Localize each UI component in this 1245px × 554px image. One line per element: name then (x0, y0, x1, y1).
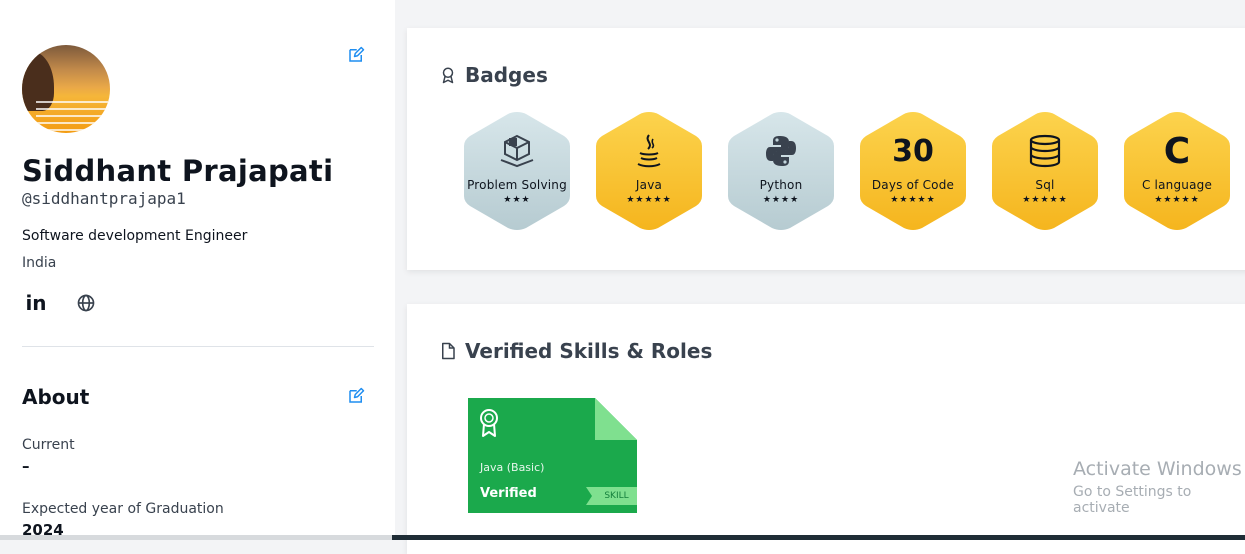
badge-stars: ★★★ (503, 195, 531, 205)
days-of-code-icon: 30 (858, 132, 968, 170)
badge-name: Java (635, 178, 663, 192)
skill-card-java-basic[interactable]: Java (Basic) Verified SKILL (468, 398, 637, 513)
activate-windows-subtitle: Go to Settings to activate (1073, 484, 1192, 516)
badge-c-language[interactable]: C C language ★★★★★ (1122, 110, 1232, 232)
current-value: – (22, 457, 30, 475)
problem-solving-icon (462, 132, 572, 170)
about-title: About (22, 385, 90, 409)
certificate-ribbon-icon (480, 409, 498, 437)
current-label: Current (22, 437, 75, 453)
badge-name: Problem Solving (467, 178, 567, 192)
linkedin-icon[interactable]: in (23, 290, 49, 316)
badge-name: C language (1141, 178, 1213, 192)
profile-handle: @siddhantprajapa1 (22, 189, 186, 208)
badge-days-of-code[interactable]: 30 Days of Code ★★★★★ (858, 110, 968, 232)
document-icon (442, 342, 455, 360)
hex-shape (860, 112, 966, 230)
skill-name: Java (Basic) (480, 461, 545, 474)
badges-title: Badges (465, 63, 548, 87)
c-language-icon: C (1122, 130, 1232, 172)
database-icon (990, 132, 1100, 170)
badge-python[interactable]: Python ★★★★ (726, 110, 836, 232)
skills-title: Verified Skills & Roles (465, 339, 713, 363)
taskbar (0, 535, 1245, 540)
taskbar-light-segment (0, 535, 392, 540)
hex-shape (464, 112, 570, 230)
c-letter: C (1163, 130, 1191, 172)
divider (22, 346, 374, 347)
activate-windows-title: Activate Windows (1073, 458, 1242, 480)
hex-shape (992, 112, 1098, 230)
skill-tag: SKILL (596, 487, 637, 505)
badge-java[interactable]: Java ★★★★★ (594, 110, 704, 232)
hex-shape (728, 112, 834, 230)
profile-country: India (22, 255, 57, 271)
linkedin-label: in (25, 291, 47, 315)
graduation-label: Expected year of Graduation (22, 501, 224, 517)
badge-sql[interactable]: Sql ★★★★★ (990, 110, 1100, 232)
badge-name: Sql (1035, 178, 1055, 192)
badge-stars: ★★★★★ (626, 195, 672, 205)
days-number: 30 (892, 133, 934, 169)
badge-name: Python (759, 178, 803, 192)
badge-stars: ★★★★ (762, 195, 800, 205)
profile-panel: Siddhant Prajapati @siddhantprajapa1 Sof… (0, 0, 395, 540)
python-icon (726, 132, 836, 170)
badge-problem-solving[interactable]: Problem Solving ★★★ (462, 110, 572, 232)
edit-about-icon[interactable] (347, 387, 365, 405)
avatar[interactable] (22, 45, 110, 133)
edit-profile-icon[interactable] (347, 46, 365, 64)
badge-stars: ★★★★★ (1154, 195, 1200, 205)
avatar-caption-lines (36, 101, 108, 131)
globe-icon[interactable] (73, 290, 99, 316)
badge-stars: ★★★★★ (1022, 195, 1068, 205)
hex-shape (596, 112, 702, 230)
profile-role: Software development Engineer (22, 228, 248, 244)
badge-ribbon-icon (442, 67, 454, 84)
badge-name: Days of Code (871, 178, 955, 192)
badge-stars: ★★★★★ (890, 195, 936, 205)
globe-icon-svg (77, 294, 95, 312)
skill-status: Verified (480, 486, 537, 501)
profile-name: Siddhant Prajapati (22, 154, 334, 188)
skill-card-fold (595, 398, 637, 440)
java-icon (594, 132, 704, 170)
